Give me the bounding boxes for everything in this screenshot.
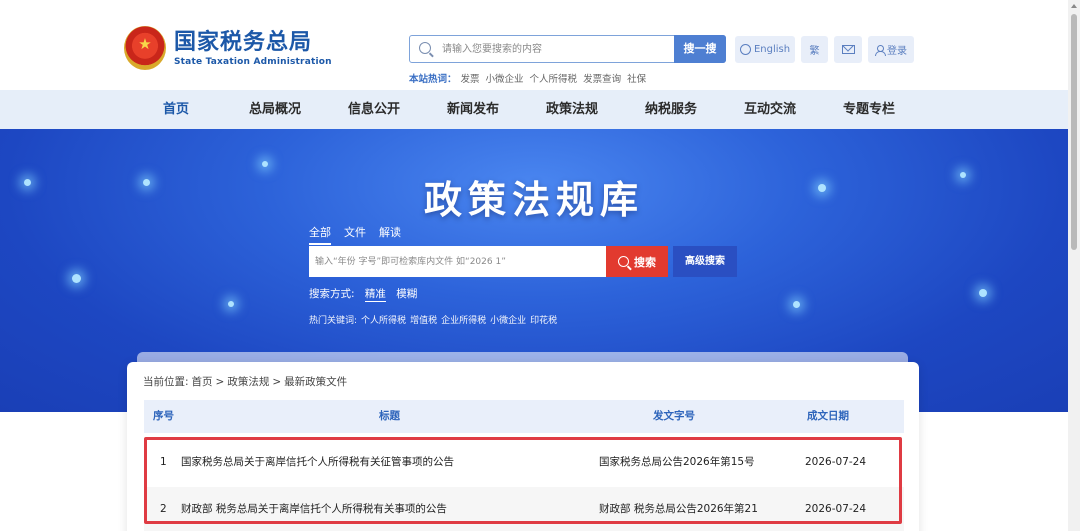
- hot-keywords-label: 热门关键词:: [309, 316, 358, 326]
- hotword-link[interactable]: 发票: [461, 74, 480, 85]
- search-scope-tabs: 全部 文件 解读: [309, 224, 414, 245]
- page-scrollbar[interactable]: [1068, 0, 1080, 531]
- light-dot: [72, 274, 81, 283]
- mail-button[interactable]: [834, 36, 862, 63]
- row-date: 2026-07-24: [805, 503, 867, 515]
- nav-item-interaction[interactable]: 互动交流: [744, 90, 796, 129]
- national-emblem-icon: [124, 26, 166, 70]
- policy-list-card: 当前位置: 首页 > 政策法规 > 最新政策文件 序号 标题 发文字号 成文日期 1 国家…: [127, 362, 919, 531]
- advanced-search-button[interactable]: 高级搜索: [673, 246, 737, 277]
- nav-item-tax-service[interactable]: 纳税服务: [645, 90, 697, 129]
- column-header-title: 标题: [379, 410, 400, 422]
- breadcrumb-label: 当前位置:: [143, 376, 189, 388]
- row-index: 1: [160, 456, 167, 468]
- row-date: 2026-07-24: [805, 456, 867, 468]
- row-doc-no: 国家税务总局公告2026年第15号: [599, 456, 755, 468]
- policy-search-input[interactable]: [309, 246, 607, 277]
- site-search-box: 搜一搜: [409, 35, 726, 63]
- row-title-link[interactable]: 财政部 税务总局关于离岸信托个人所得税有关事项的公告: [181, 487, 447, 531]
- hot-keyword-link[interactable]: 企业所得税: [441, 316, 486, 326]
- breadcrumb-policy[interactable]: 政策法规: [227, 376, 269, 388]
- breadcrumb-separator: >: [272, 376, 282, 388]
- hotword-link[interactable]: 社保: [627, 74, 646, 85]
- breadcrumb-home[interactable]: 首页: [192, 376, 213, 388]
- login-button[interactable]: 登录: [868, 36, 914, 63]
- hot-keyword-link[interactable]: 印花税: [530, 316, 557, 326]
- search-mode-exact[interactable]: 精准: [364, 288, 386, 302]
- hot-keyword-link[interactable]: 增值税: [410, 316, 437, 326]
- english-label: English: [753, 44, 791, 55]
- site-search-input[interactable]: [442, 36, 672, 62]
- user-icon: [875, 44, 886, 56]
- search-mode: 搜索方式: 精准 模糊: [309, 286, 424, 302]
- breadcrumb: 当前位置: 首页 > 政策法规 > 最新政策文件: [143, 374, 350, 389]
- row-doc-no: 财政部 税务总局公告2026年第21: [599, 503, 758, 515]
- column-header-doc-no: 发文字号: [653, 410, 695, 422]
- site-header: 国家税务总局 State Taxation Administration 搜一搜…: [0, 0, 1068, 90]
- scroll-up-arrow-icon[interactable]: [1071, 4, 1077, 8]
- breadcrumb-current: 最新政策文件: [284, 376, 348, 388]
- light-dot: [262, 161, 268, 167]
- table-row[interactable]: 1 国家税务总局关于离岸信托个人所得税有关征管事项的公告 国家税务总局公告202…: [144, 440, 904, 484]
- logo-title-cn: 国家税务总局: [174, 29, 313, 55]
- hotword-link[interactable]: 小微企业: [486, 74, 524, 85]
- hotwords-label: 本站热词：: [409, 74, 457, 85]
- hot-keywords: 热门关键词: 个人所得税 增值税 企业所得税 小微企业 印花税: [309, 313, 561, 326]
- page-title: 政策法规库: [423, 177, 644, 222]
- nav-item-info-disclosure[interactable]: 信息公开: [348, 90, 400, 129]
- policy-search-button[interactable]: 搜索: [606, 246, 668, 277]
- light-dot: [793, 301, 800, 308]
- table-header: 序号 标题 发文字号 成文日期: [144, 400, 904, 433]
- logo-title-en: State Taxation Administration: [174, 57, 332, 67]
- tab-documents[interactable]: 文件: [344, 224, 366, 245]
- nav-item-news[interactable]: 新闻发布: [447, 90, 499, 129]
- search-icon: [419, 42, 431, 54]
- hot-keyword-link[interactable]: 个人所得税: [361, 316, 406, 326]
- row-title-link[interactable]: 国家税务总局关于离岸信托个人所得税有关征管事项的公告: [181, 440, 454, 484]
- light-dot: [979, 289, 987, 297]
- login-label: 登录: [887, 46, 907, 57]
- main-nav: 首页 总局概况 信息公开 新闻发布 政策法规 纳税服务 互动交流 专题专栏: [0, 90, 1068, 129]
- globe-icon: [739, 44, 751, 55]
- breadcrumb-separator: >: [215, 376, 225, 388]
- nav-item-overview[interactable]: 总局概况: [249, 90, 301, 129]
- mail-icon: [841, 45, 855, 54]
- tab-all[interactable]: 全部: [309, 224, 331, 245]
- row-index: 2: [160, 503, 167, 515]
- hotword-link[interactable]: 个人所得税: [530, 74, 578, 85]
- table-row[interactable]: 2 财政部 税务总局关于离岸信托个人所得税有关事项的公告 财政部 税务总局公告2…: [144, 487, 904, 531]
- tab-interpretations[interactable]: 解读: [379, 224, 401, 245]
- traditional-chinese-button[interactable]: 繁: [801, 36, 828, 63]
- column-header-index: 序号: [153, 410, 174, 422]
- english-button[interactable]: English: [735, 36, 795, 63]
- hotword-link[interactable]: 发票查询: [583, 74, 621, 85]
- site-search-button[interactable]: 搜一搜: [674, 35, 726, 63]
- search-icon: [618, 256, 629, 267]
- nav-item-policy[interactable]: 政策法规: [546, 90, 598, 129]
- nav-item-home[interactable]: 首页: [163, 90, 189, 129]
- site-logo[interactable]: 国家税务总局 State Taxation Administration: [124, 26, 332, 70]
- policy-search-box: [309, 246, 607, 277]
- column-header-date: 成文日期: [807, 410, 849, 422]
- scrollbar-thumb[interactable]: [1071, 14, 1077, 250]
- site-hotwords: 本站热词： 发票 小微企业 个人所得税 发票查询 社保: [409, 71, 652, 85]
- hot-keyword-link[interactable]: 小微企业: [490, 316, 526, 326]
- nav-item-special-topics[interactable]: 专题专栏: [843, 90, 895, 129]
- search-mode-fuzzy[interactable]: 模糊: [396, 288, 417, 300]
- search-mode-label: 搜索方式:: [309, 288, 355, 300]
- policy-search-button-label: 搜索: [634, 255, 656, 269]
- light-dot: [228, 301, 234, 307]
